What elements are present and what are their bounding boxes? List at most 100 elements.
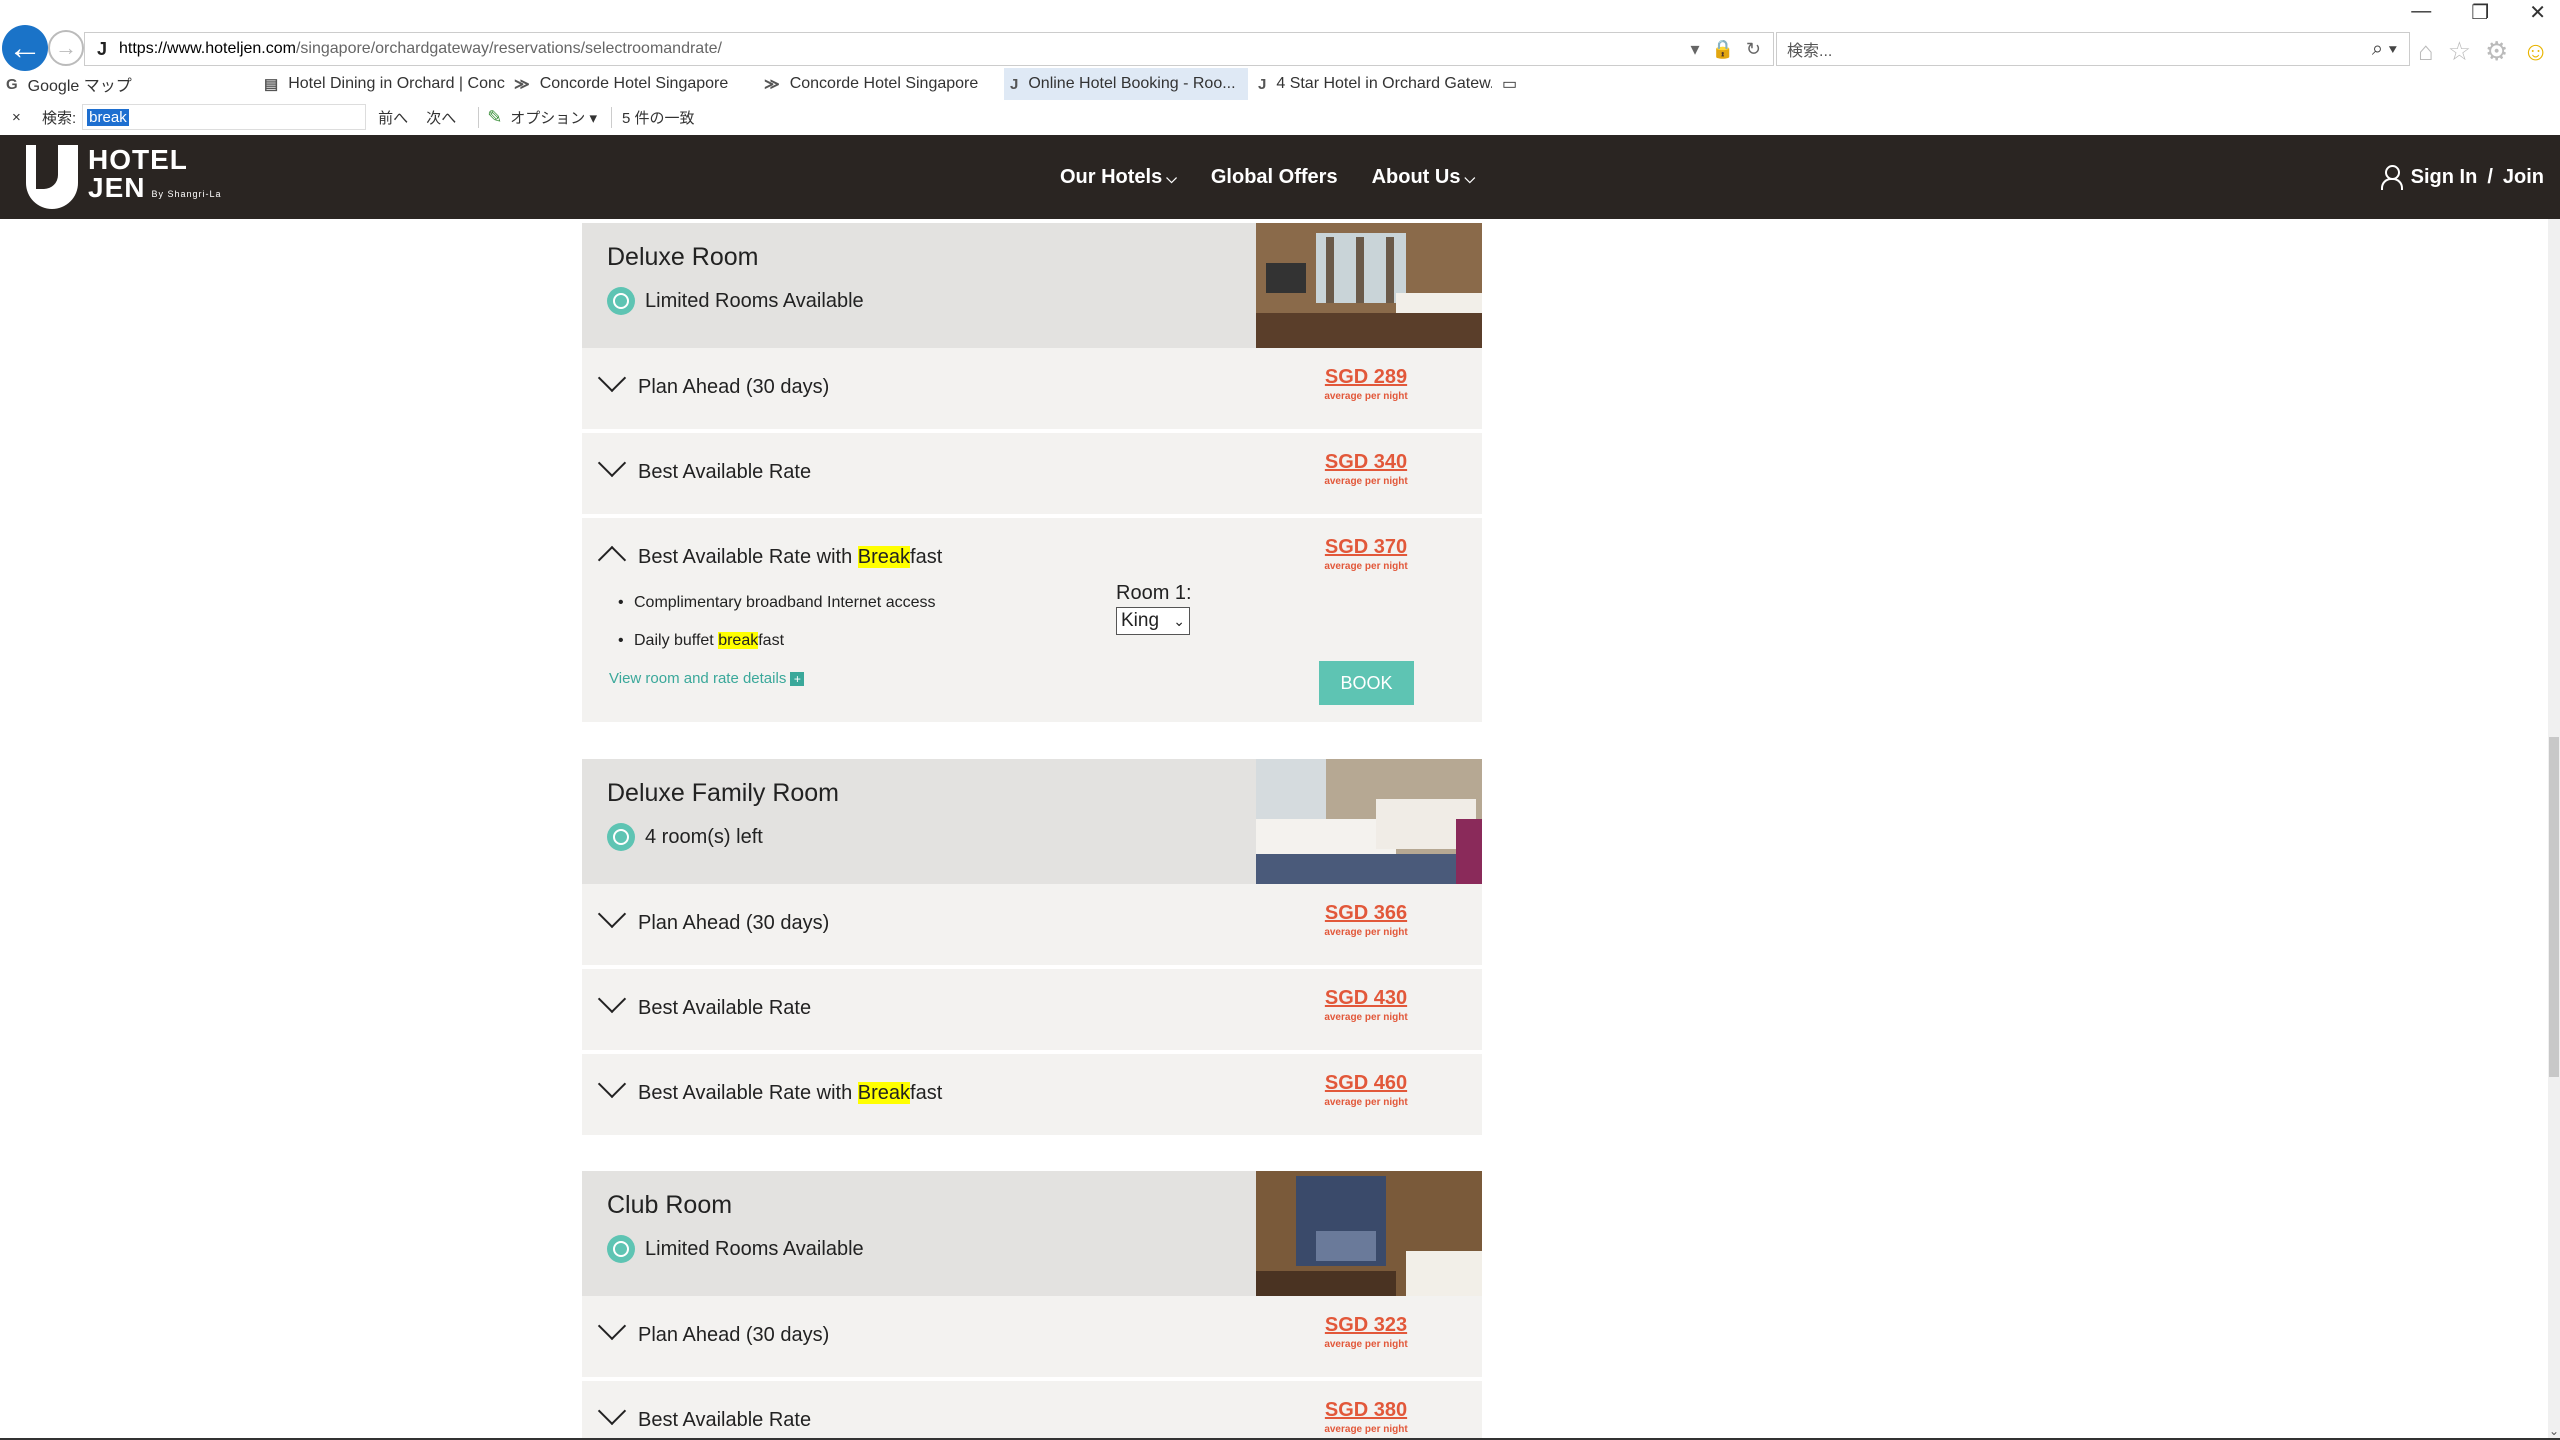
toolbar-icons: ⌂ ☆ ⚙ ☺ (2418, 36, 2549, 67)
address-bar[interactable]: J https://www.hoteljen.com/singapore/orc… (84, 32, 1774, 66)
browser-tab[interactable]: ≫ Concorde Hotel Singapore (508, 68, 754, 100)
rate-name[interactable]: Best Available Rate with Breakfast (638, 546, 942, 569)
rate-price[interactable]: SGD 370 average per night (1318, 536, 1414, 572)
availability: Limited Rooms Available (607, 1235, 864, 1263)
clock-icon (607, 1235, 635, 1263)
tab-label: Online Hotel Booking - Roo... (1028, 75, 1236, 92)
rate-name[interactable]: Best Available Rate with Breakfast (638, 1082, 942, 1105)
nav-global-offers[interactable]: Global Offers (1211, 166, 1338, 189)
chevron-down-icon: ⌵ (1464, 169, 1476, 186)
room-header: Club Room Limited Rooms Available (582, 1171, 1482, 1296)
room-photo[interactable] (1256, 1171, 1482, 1296)
rate-price[interactable]: SGD 340 average per night (1318, 451, 1414, 487)
room-card: Deluxe Family Room 4 room(s) left Plan Ahe… (582, 759, 1482, 1139)
room-header: Deluxe Family Room 4 room(s) left (582, 759, 1482, 884)
lock-icon[interactable]: 🔒 (1711, 39, 1733, 60)
room-photo[interactable] (1256, 223, 1482, 348)
browser-tab[interactable]: JOnline Hotel Booking - Roo...× (1004, 68, 1248, 100)
room-header: Deluxe Room Limited Rooms Available (582, 223, 1482, 348)
rate-option[interactable]: Best Available Rate SGD 340 average per ni… (582, 433, 1482, 518)
rate-option[interactable]: Best Available Rate SGD 430 average per ni… (582, 969, 1482, 1054)
refresh-icon[interactable]: ↻ (1746, 39, 1761, 60)
new-tab-icon[interactable]: ▭ (1496, 68, 1526, 100)
rate-option[interactable]: Plan Ahead (30 days) SGD 366 average per n… (582, 884, 1482, 969)
chevron-down-icon: ⌵ (1166, 169, 1177, 186)
find-options-button[interactable]: ✎ オプション ▾ (478, 106, 597, 128)
find-match-count: 5 件の一致 (611, 106, 695, 128)
rate-name[interactable]: Best Available Rate (638, 997, 811, 1020)
chevron-down-icon[interactable] (597, 1311, 627, 1341)
rate-price[interactable]: SGD 323 average per night (1318, 1314, 1414, 1350)
smiley-feedback-icon[interactable]: ☺ (2522, 36, 2549, 67)
browser-tab[interactable]: ≫ Concorde Hotel Singapore (758, 68, 1000, 100)
availability: Limited Rooms Available (607, 287, 864, 315)
room-name: Deluxe Family Room (607, 779, 840, 807)
rate-name[interactable]: Best Available Rate (638, 1409, 811, 1432)
inclusion-item: Complimentary broadband Internet access (618, 594, 936, 612)
nav-about-us[interactable]: About Us ⌵ (1372, 166, 1476, 189)
favorites-star-icon[interactable]: ☆ (2448, 36, 2471, 67)
user-icon (2380, 165, 2403, 190)
rate-price[interactable]: SGD 366 average per night (1318, 902, 1414, 938)
chevron-down-icon[interactable] (597, 448, 627, 478)
rate-name[interactable]: Best Available Rate (638, 461, 811, 484)
back-arrow-icon[interactable]: ← (2, 25, 48, 71)
find-label: 検索: (42, 109, 77, 127)
sign-in-link[interactable]: Sign In (2411, 166, 2478, 189)
nav-our-hotels[interactable]: Our Hotels ⌵ (1060, 166, 1177, 189)
room-name: Deluxe Room (607, 243, 759, 271)
jen-j-logo-icon (26, 145, 78, 209)
chevron-down-icon[interactable] (597, 363, 627, 393)
tab-label: Google マップ (27, 78, 132, 95)
rate-name[interactable]: Plan Ahead (30 days) (638, 376, 829, 399)
bed-type-select[interactable]: King ⌄ (1116, 607, 1190, 635)
home-icon[interactable]: ⌂ (2418, 36, 2434, 67)
chevron-down-icon[interactable] (597, 899, 627, 929)
chevron-down-icon[interactable] (597, 1396, 627, 1426)
rate-option[interactable]: Plan Ahead (30 days) SGD 289 average per n… (582, 348, 1482, 433)
browser-tab[interactable]: G Google マップ (0, 68, 250, 100)
find-prev-button[interactable]: 前へ (378, 107, 408, 128)
rate-price[interactable]: SGD 289 average per night (1318, 366, 1414, 402)
room-photo[interactable] (1256, 759, 1482, 884)
rate-option[interactable]: Best Available Rate SGD 380 average per ni… (582, 1381, 1482, 1438)
dropdown-icon[interactable]: ▾ (1690, 39, 1699, 60)
chevron-up-icon[interactable] (597, 545, 627, 575)
rate-name[interactable]: Plan Ahead (30 days) (638, 912, 829, 935)
room-selector: Room 1: King ⌄ (1116, 582, 1192, 635)
forward-arrow-icon[interactable]: → (48, 30, 84, 66)
room-card: Deluxe Room Limited Rooms Available Plan A… (582, 223, 1482, 726)
tab-favicon-icon: J (1010, 75, 1019, 93)
scroll-down-icon[interactable]: ⌄ (2548, 1424, 2560, 1438)
browser-search-box[interactable]: 検索... ⌕ ▾ (1776, 32, 2410, 66)
find-close-icon[interactable]: × (12, 109, 32, 126)
rate-price[interactable]: SGD 430 average per night (1318, 987, 1414, 1023)
search-placeholder: 検索... (1787, 43, 1833, 60)
chevron-down-icon[interactable] (597, 984, 627, 1014)
find-input[interactable]: break (82, 104, 367, 130)
join-link[interactable]: Join (2503, 166, 2544, 189)
highlight-pencil-icon[interactable]: ✎ (487, 107, 502, 128)
availability: 4 room(s) left (607, 823, 763, 851)
rate-name[interactable]: Plan Ahead (30 days) (638, 1324, 829, 1347)
scroll-thumb[interactable] (2549, 737, 2559, 1077)
page-scrollbar[interactable]: ⌄ (2548, 219, 2560, 1438)
view-details-link[interactable]: View room and rate details + (609, 670, 805, 687)
rate-option[interactable]: Best Available Rate with Breakfast SGD 46… (582, 1054, 1482, 1139)
rate-option[interactable]: Plan Ahead (30 days) SGD 323 average per n… (582, 1296, 1482, 1381)
site-header: HOTEL JEN By Shangri-La Our Hotels ⌵ Globa… (0, 135, 2560, 219)
browser-tab[interactable]: ▤ Hotel Dining in Orchard | Conc... (258, 68, 506, 100)
browser-tab[interactable]: J 4 Star Hotel in Orchard Gatew... (1252, 68, 1492, 100)
site-favicon-icon: J (96, 38, 107, 59)
tab-label: Concorde Hotel Singapore (789, 75, 979, 92)
find-next-button[interactable]: 次へ (426, 107, 456, 128)
account-links: Sign In / Join (2380, 135, 2544, 219)
chevron-down-icon[interactable] (597, 1069, 627, 1099)
url-text: https://www.hoteljen.com/singapore/orcha… (119, 40, 722, 57)
settings-gear-icon[interactable]: ⚙ (2485, 36, 2508, 67)
book-button[interactable]: BOOK (1319, 661, 1414, 705)
search-icon[interactable]: ⌕ ▾ (2372, 38, 2397, 61)
rate-price[interactable]: SGD 460 average per night (1318, 1072, 1414, 1108)
hotel-jen-logo[interactable]: HOTEL JEN By Shangri-La (26, 145, 222, 209)
rate-price[interactable]: SGD 380 average per night (1318, 1399, 1414, 1435)
